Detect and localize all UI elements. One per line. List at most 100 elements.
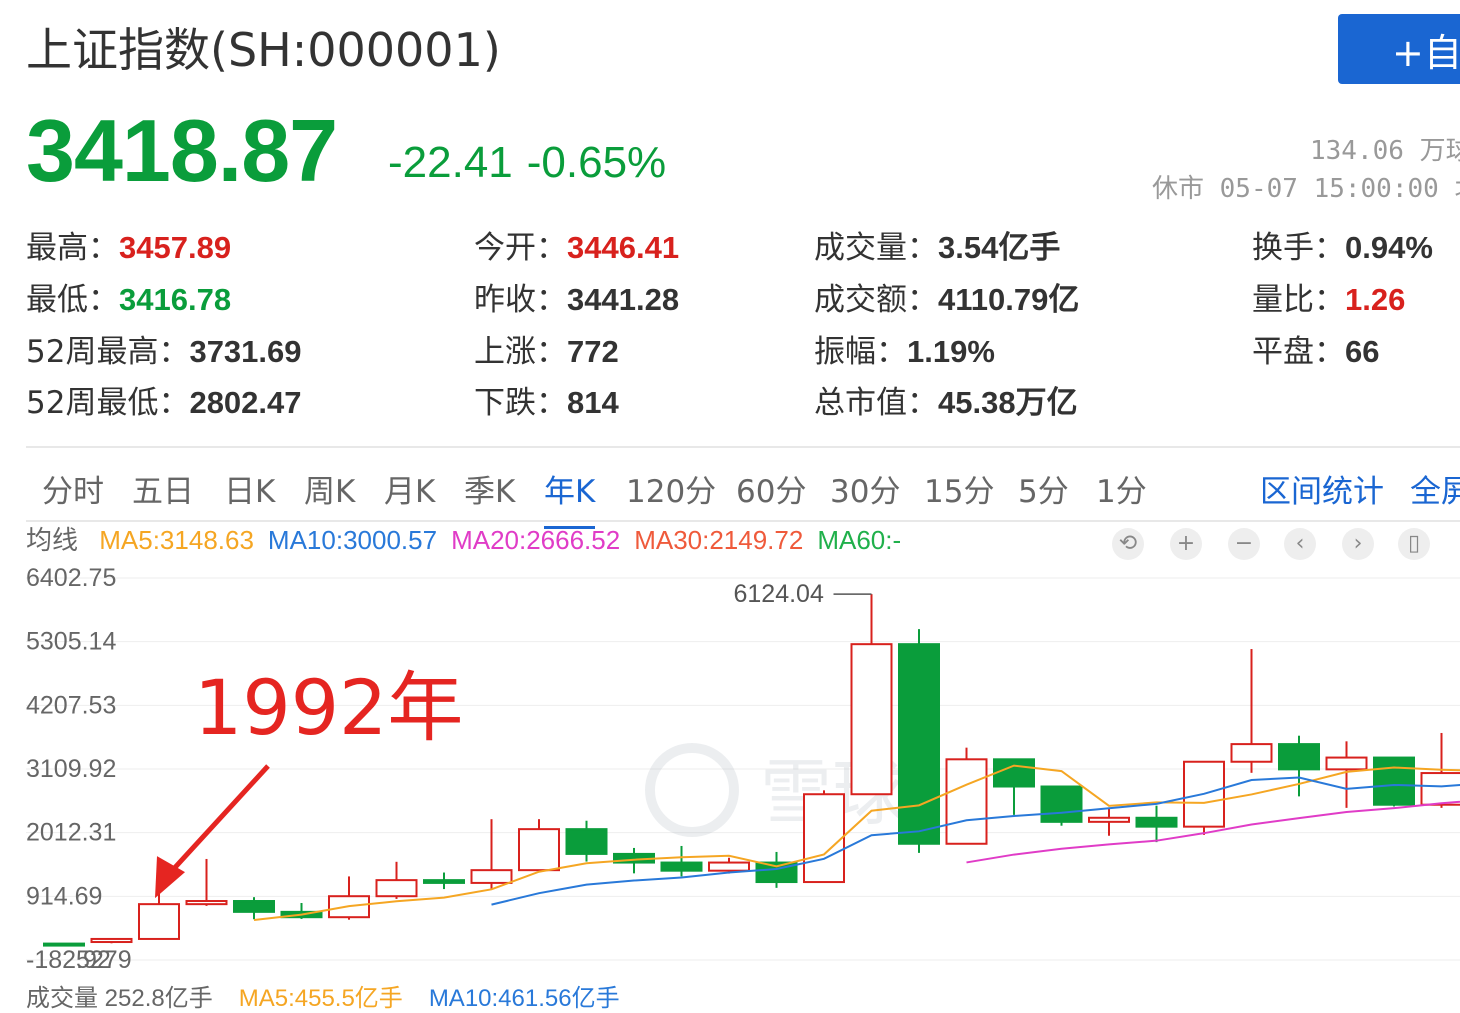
stat-label: 最高： xyxy=(26,230,119,266)
tab-five-day[interactable]: 五日 xyxy=(132,466,194,511)
ma-legend-label: 均线 xyxy=(26,525,78,555)
candle-body xyxy=(92,939,132,942)
stat-volume: 成交量：3.54亿手 xyxy=(814,222,1060,267)
stat-52w-low: 52周最低：2802.47 xyxy=(26,377,302,422)
volume-legend: 成交量 252.8亿手MA5:455.5亿手MA10:461.56亿手 xyxy=(26,978,646,1013)
stat-value: 3731.69 xyxy=(189,334,301,369)
stat-label: 52周最低： xyxy=(26,385,189,421)
candle-body xyxy=(567,829,607,854)
y-tick-label: 3109.92 xyxy=(26,755,116,783)
max-price-label: 6124.04 xyxy=(734,580,824,608)
ma10-value: MA10:3000.57 xyxy=(268,525,437,555)
candle-body xyxy=(1232,744,1272,762)
period-tabs: 分时 五日 日K 周K 月K 季K 年K 120分 60分 30分 15分 5分… xyxy=(26,446,1460,522)
undo-icon[interactable]: ⟲ xyxy=(1112,528,1144,560)
candle-body xyxy=(804,794,844,882)
stat-label: 平盘： xyxy=(1252,334,1345,370)
current-price: 3418.87 xyxy=(26,100,337,202)
stat-value: 1.26 xyxy=(1345,282,1405,317)
tab-1min[interactable]: 1分 xyxy=(1096,466,1147,511)
candle-body xyxy=(709,863,749,871)
ma-legend: 均线 MA5:3148.63 MA10:3000.57 MA20:2666.52 MA… xyxy=(26,520,915,560)
stock-title: 上证指数(SH:000001) xyxy=(26,14,501,80)
tab-15min[interactable]: 15分 xyxy=(924,466,994,511)
candle-body xyxy=(139,904,179,939)
candle-body xyxy=(519,829,559,870)
followers-count: 134.06 万球 xyxy=(1310,130,1460,167)
stat-value: 772 xyxy=(567,334,619,369)
stat-value: 814 xyxy=(567,385,619,420)
candle-body xyxy=(899,644,939,844)
tab-monthly-k[interactable]: 月K xyxy=(384,466,435,511)
year-annotation: 1992年 xyxy=(194,663,463,752)
tab-60min[interactable]: 60分 xyxy=(736,466,806,511)
stat-value: 3457.89 xyxy=(119,230,231,265)
y-tick-label: 914.69 xyxy=(26,882,102,910)
stat-value: 0.94% xyxy=(1345,230,1433,265)
tab-weekly-k[interactable]: 周K xyxy=(304,466,355,511)
next-icon[interactable]: › xyxy=(1342,528,1374,560)
tab-quarterly-k[interactable]: 季K xyxy=(464,466,515,511)
stat-label: 今开： xyxy=(474,230,567,266)
candle-type-icon[interactable]: ▯ xyxy=(1398,528,1430,560)
range-stats-link[interactable]: 区间统计 xyxy=(1260,466,1384,511)
fullscreen-link[interactable]: 全屏 xyxy=(1410,466,1460,511)
add-watchlist-button[interactable]: +自 xyxy=(1338,14,1460,84)
candles xyxy=(44,594,1460,945)
tab-5min[interactable]: 5分 xyxy=(1018,466,1069,511)
y-axis-labels: 6402.755305.144207.533109.922012.31914.6… xyxy=(26,564,132,974)
stat-value: 3446.41 xyxy=(567,230,679,265)
stat-value: 3416.78 xyxy=(119,282,231,317)
stat-fall: 下跌：814 xyxy=(474,377,619,422)
ma30-value: MA30:2149.72 xyxy=(634,525,803,555)
stat-label: 成交量： xyxy=(814,230,938,266)
y-tick-label: 6402.75 xyxy=(26,564,116,592)
candle-body xyxy=(472,870,512,883)
zoom-out-icon[interactable]: − xyxy=(1228,528,1260,560)
kline-chart[interactable]: 雪球 6402.755305.144207.533109.922012.3191… xyxy=(0,560,1460,980)
stat-label: 昨收： xyxy=(474,282,567,318)
stat-low: 最低：3416.78 xyxy=(26,274,231,319)
change-percent: -0.65% xyxy=(527,138,666,187)
tab-30min[interactable]: 30分 xyxy=(830,466,900,511)
candle-body xyxy=(187,901,227,904)
tab-yearly-k[interactable]: 年K xyxy=(544,466,595,511)
stat-rise: 上涨：772 xyxy=(474,326,619,371)
candle-body xyxy=(852,644,892,794)
tab-timeshare[interactable]: 分时 xyxy=(42,466,104,511)
stat-label: 52周最高： xyxy=(26,334,189,370)
stat-flat: 平盘：66 xyxy=(1252,326,1379,371)
tab-120min[interactable]: 120分 xyxy=(626,466,716,511)
candle-body xyxy=(424,880,464,883)
stat-value: 45.38万亿 xyxy=(938,385,1078,420)
candle-body xyxy=(234,901,274,912)
stat-label: 换手： xyxy=(1252,230,1345,266)
stat-high: 最高：3457.89 xyxy=(26,222,231,267)
stat-volume-ratio: 量比：1.26 xyxy=(1252,274,1405,319)
annotations: 6124.04 1992年 xyxy=(155,580,872,898)
stat-value: 1.19% xyxy=(907,334,995,369)
candle-body xyxy=(947,759,987,843)
stat-52w-high: 52周最高：3731.69 xyxy=(26,326,302,371)
stat-prev-close: 昨收：3441.28 xyxy=(474,274,679,319)
stat-label: 下跌： xyxy=(474,385,567,421)
annotation-arrow xyxy=(167,766,268,876)
ma60-value: MA60:- xyxy=(817,525,901,555)
prev-icon[interactable]: ‹ xyxy=(1284,528,1316,560)
y-tick-label: 2012.31 xyxy=(26,819,116,847)
stat-value: 3441.28 xyxy=(567,282,679,317)
volume-label: 成交量 252.8亿手 xyxy=(26,985,213,1012)
market-status: 休市 05-07 15:00:00 北 xyxy=(1152,168,1460,205)
candle-body xyxy=(44,944,84,946)
y-tick-label: 4207.53 xyxy=(26,691,116,719)
volume-ma5: MA5:455.5亿手 xyxy=(239,985,403,1012)
stat-label: 最低： xyxy=(26,282,119,318)
zoom-in-icon[interactable]: + xyxy=(1170,528,1202,560)
candle-body xyxy=(662,863,702,871)
price-change: -22.41-0.65% xyxy=(388,138,680,188)
candle-body xyxy=(1422,773,1460,805)
ma5-value: MA5:3148.63 xyxy=(99,525,254,555)
stat-value: 66 xyxy=(1345,334,1379,369)
tab-daily-k[interactable]: 日K xyxy=(224,466,275,511)
ma20-value: MA20:2666.52 xyxy=(451,525,620,555)
